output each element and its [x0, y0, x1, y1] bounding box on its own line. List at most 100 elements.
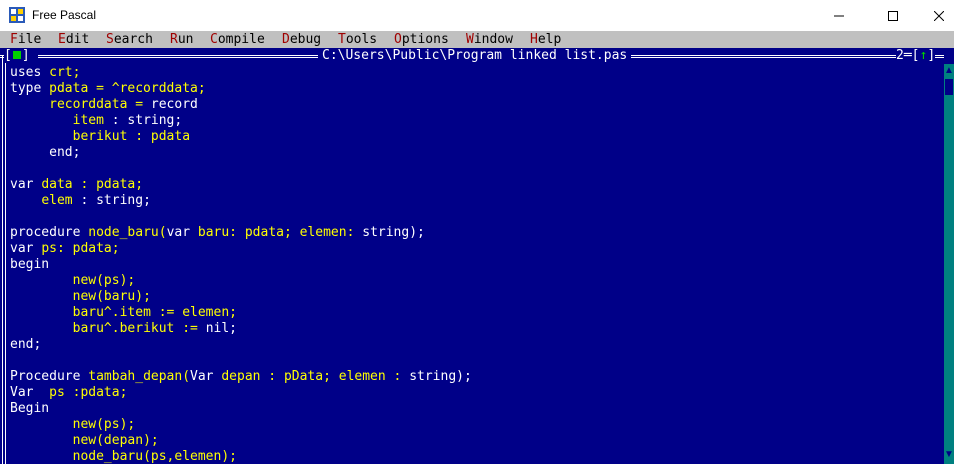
- menu-edit[interactable]: Edit: [58, 31, 89, 48]
- code-identifier: ps :pdata;: [49, 385, 128, 400]
- editor-window-number: 2═[↑]: [896, 48, 936, 64]
- menu-run[interactable]: Run: [170, 31, 193, 48]
- code-identifier: new(depan);: [72, 433, 159, 448]
- menu-window[interactable]: Window: [466, 31, 513, 48]
- minimize-icon: [834, 15, 844, 16]
- maximize-icon: [888, 10, 898, 21]
- code-identifier: new(baru);: [72, 289, 151, 304]
- vertical-scrollbar[interactable]: ▲ ▼: [944, 64, 954, 464]
- code-identifier: item: [72, 113, 104, 128]
- code-line[interactable]: elem : string;: [10, 193, 940, 209]
- menu-file[interactable]: File: [10, 31, 41, 48]
- code-keyword: : string;: [72, 193, 151, 208]
- code-line[interactable]: baru^.item := elemen;: [10, 305, 940, 321]
- code-identifier: baru^.berikut :=: [72, 321, 206, 336]
- close-button[interactable]: [916, 0, 954, 31]
- code-identifier: baru^.item := elemen;: [72, 305, 237, 320]
- code-line[interactable]: end;: [10, 145, 940, 161]
- code-line[interactable]: Procedure tambah_depan(Var depan : pData…: [10, 369, 940, 385]
- editor-file-title: C:\Users\Public\Program linked list.pas: [318, 48, 632, 64]
- code-keyword: begin: [10, 257, 50, 272]
- code-keyword: end;: [10, 145, 81, 160]
- code-line[interactable]: new(depan);: [10, 433, 940, 449]
- code-line[interactable]: item : string;: [10, 113, 940, 129]
- menu-compile[interactable]: Compile: [210, 31, 265, 48]
- scroll-up-arrow-icon[interactable]: ▲: [944, 64, 954, 78]
- code-keyword: nil;: [205, 321, 237, 336]
- code-keyword: [10, 321, 73, 336]
- code-keyword: Var: [10, 385, 50, 400]
- code-line[interactable]: var data : pdata;: [10, 177, 940, 193]
- code-keyword: [10, 193, 41, 208]
- code-keyword: string);: [409, 369, 472, 384]
- code-keyword: [10, 129, 73, 144]
- code-keyword: [10, 305, 73, 320]
- code-line[interactable]: type pdata = ^recorddata;: [10, 81, 940, 97]
- code-keyword: [10, 113, 73, 128]
- code-identifier: elem: [41, 193, 73, 208]
- close-square-icon: [12, 51, 21, 59]
- maximize-button[interactable]: [870, 0, 916, 31]
- code-line[interactable]: Var ps :pdata;: [10, 385, 940, 401]
- menu-tools[interactable]: Tools: [338, 31, 377, 48]
- code-keyword: type: [10, 81, 50, 96]
- code-identifier: recorddata =: [49, 97, 151, 112]
- frame-left-border: [2, 56, 6, 464]
- code-keyword: [10, 289, 73, 304]
- menu-options[interactable]: Options: [394, 31, 449, 48]
- code-editor-text[interactable]: uses crt; type pdata = ^recorddata; recor…: [10, 65, 940, 465]
- code-line[interactable]: begin: [10, 257, 940, 273]
- menu-search[interactable]: Search: [106, 31, 153, 48]
- code-line[interactable]: Begin: [10, 401, 940, 417]
- code-keyword: record: [150, 97, 198, 112]
- code-keyword: [10, 433, 73, 448]
- code-keyword: uses: [10, 65, 50, 80]
- code-identifier: node_baru(ps,elemen);: [72, 449, 237, 464]
- code-line[interactable]: new(ps);: [10, 417, 940, 433]
- code-line[interactable]: [10, 161, 940, 177]
- code-line[interactable]: end;: [10, 337, 940, 353]
- scroll-thumb[interactable]: [944, 78, 954, 96]
- code-keyword: Procedure: [10, 369, 89, 384]
- code-keyword: : string;: [103, 113, 183, 128]
- code-line[interactable]: recorddata = record: [10, 97, 940, 113]
- code-identifier: tambah_depan(: [88, 369, 191, 384]
- code-identifier: depan : pData; elemen :: [221, 369, 410, 384]
- code-keyword: [10, 417, 73, 432]
- code-identifier: pdata = ^recorddata;: [49, 81, 206, 96]
- code-line[interactable]: var ps: pdata;: [10, 241, 940, 257]
- code-keyword: procedure: [10, 225, 89, 240]
- code-line[interactable]: uses crt;: [10, 65, 940, 81]
- code-identifier: baru: pdata; elemen:: [197, 225, 363, 240]
- zoom-arrow-icon[interactable]: ↑: [919, 48, 927, 63]
- title-bar: Free Pascal: [0, 0, 954, 31]
- code-line[interactable]: berikut : pdata: [10, 129, 940, 145]
- code-line[interactable]: new(baru);: [10, 289, 940, 305]
- menu-bar: File Edit Search Run Compile Debug Tools…: [0, 31, 954, 48]
- code-keyword: var: [166, 225, 198, 240]
- minimize-button[interactable]: [816, 0, 862, 31]
- free-pascal-app-icon[interactable]: [9, 7, 25, 23]
- code-identifier: new(ps);: [72, 417, 136, 432]
- code-keyword: end;: [10, 337, 42, 352]
- code-identifier: new(ps);: [72, 273, 136, 288]
- scroll-down-arrow-icon[interactable]: ▼: [944, 448, 954, 462]
- code-keyword: var: [10, 241, 42, 256]
- code-line[interactable]: [10, 353, 940, 369]
- menu-help[interactable]: Help: [530, 31, 561, 48]
- menu-debug[interactable]: Debug: [282, 31, 321, 48]
- code-line[interactable]: [10, 209, 940, 225]
- editor-window[interactable]: [] C:\Users\Public\Program linked list.p…: [0, 48, 954, 464]
- code-identifier: crt;: [49, 65, 81, 80]
- editor-close-box[interactable]: []: [4, 49, 38, 63]
- code-keyword: [10, 449, 73, 464]
- code-keyword: [10, 273, 73, 288]
- code-identifier: data : pdata;: [41, 177, 144, 192]
- code-keyword: string);: [362, 225, 425, 240]
- code-line[interactable]: new(ps);: [10, 273, 940, 289]
- code-keyword: Begin: [10, 401, 50, 416]
- code-keyword: [10, 97, 49, 112]
- code-line[interactable]: node_baru(ps,elemen);: [10, 449, 940, 465]
- code-line[interactable]: baru^.berikut := nil;: [10, 321, 940, 337]
- code-line[interactable]: procedure node_baru(var baru: pdata; ele…: [10, 225, 940, 241]
